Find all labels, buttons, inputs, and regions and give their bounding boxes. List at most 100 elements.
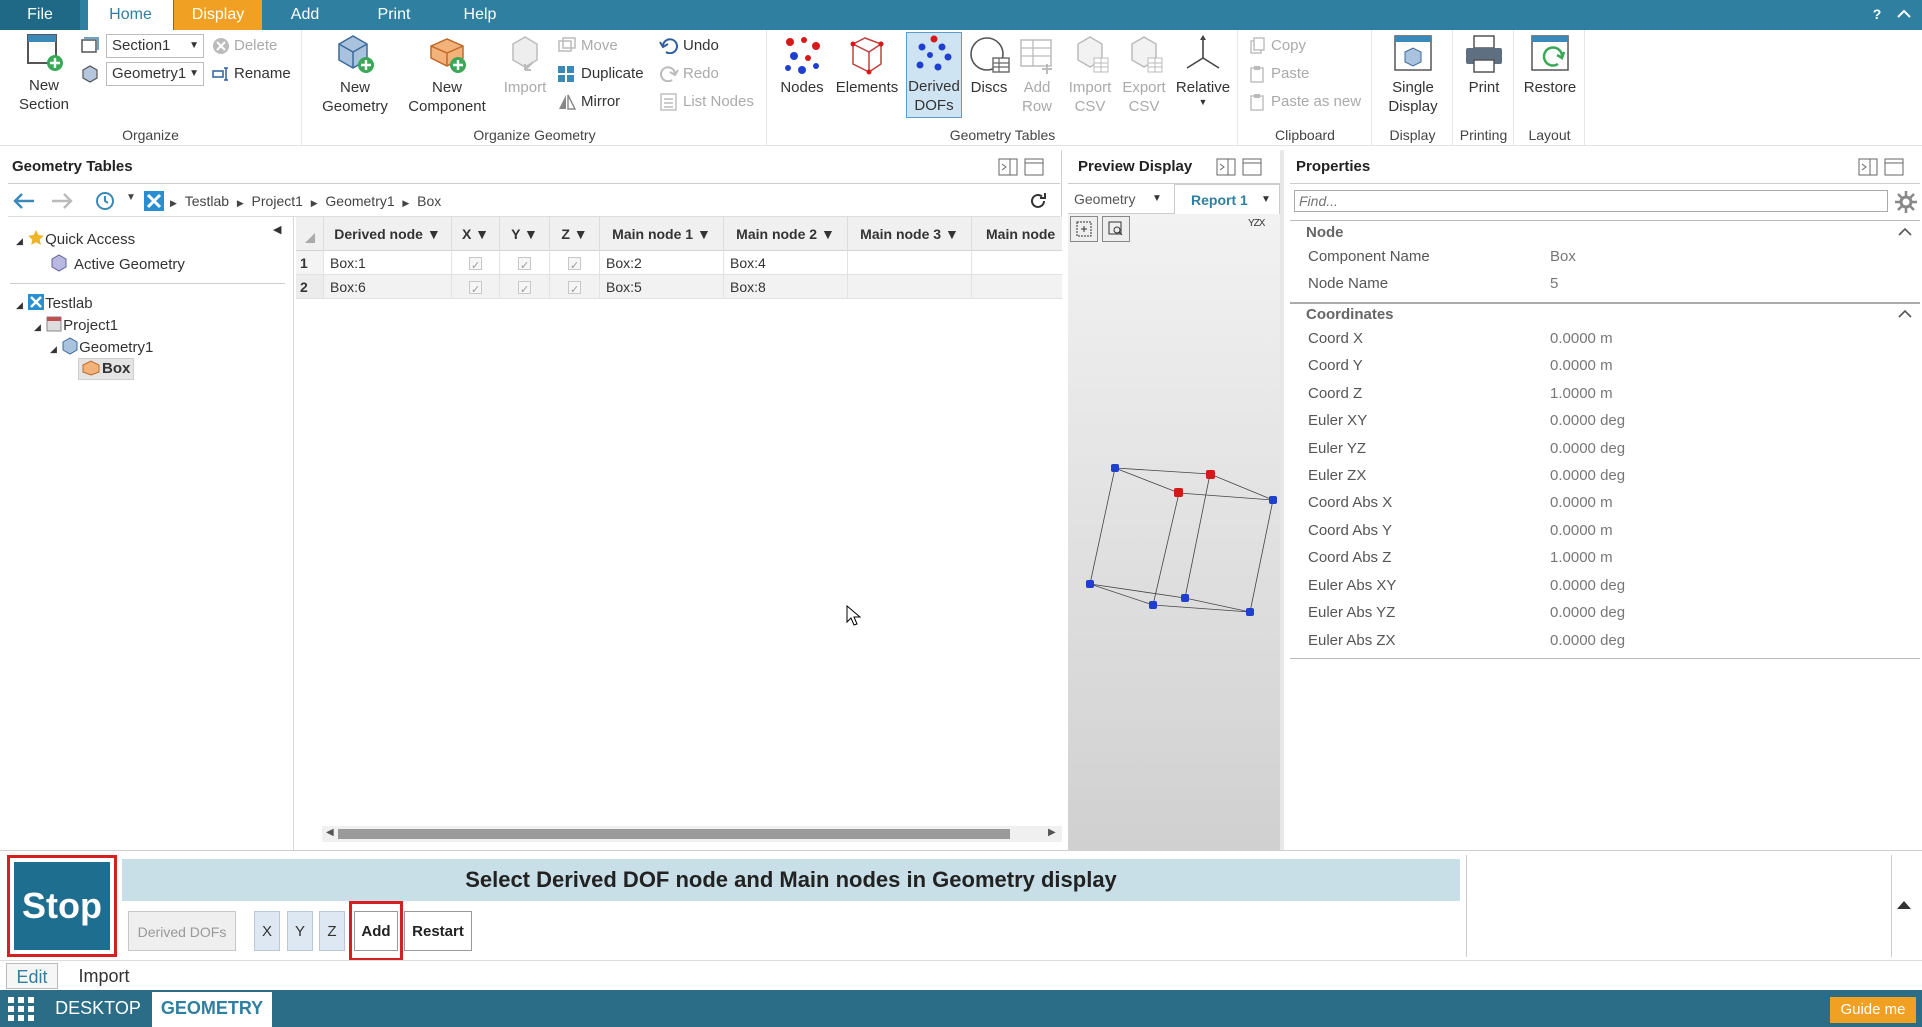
prop-value[interactable]: 0.0000 deg — [1550, 602, 1625, 624]
menu-display[interactable]: Display — [174, 0, 262, 30]
node-marker[interactable] — [1111, 464, 1119, 472]
tab-import[interactable]: Import — [68, 963, 140, 989]
node-marker[interactable] — [1206, 470, 1215, 479]
cell-derived-node[interactable]: Box:6 — [324, 275, 452, 299]
prop-value[interactable]: 1.0000 m — [1550, 383, 1613, 405]
gear-icon[interactable] — [1894, 190, 1918, 214]
z-toggle-button[interactable]: Z — [319, 911, 345, 951]
tree-geometry[interactable]: ◢ Geometry1 — [50, 337, 153, 359]
derived-dofs-button[interactable]: Derived DOFs — [906, 32, 962, 118]
tree-box[interactable]: Box — [78, 358, 135, 380]
breadcrumb-box[interactable]: Box — [417, 193, 441, 209]
col-main-node-2[interactable]: Main node 2 ▼ — [724, 217, 848, 251]
table-row[interactable]: 2 Box:6 Box:5 Box:8 — [296, 275, 1062, 302]
cell-z-checkbox[interactable] — [550, 275, 600, 302]
apps-grid-icon[interactable] — [8, 997, 34, 1021]
cell-main-node-3[interactable] — [848, 251, 972, 275]
cell-main-node-2[interactable]: Box:4 — [724, 251, 848, 275]
cell-y-checkbox[interactable] — [500, 275, 550, 302]
col-z[interactable]: Z ▼ — [550, 217, 600, 251]
node-marker[interactable] — [1086, 580, 1094, 588]
collapse-tree-icon[interactable]: ◀ — [273, 223, 281, 236]
breadcrumb-project[interactable]: Project1 — [252, 193, 303, 209]
prop-value[interactable]: 0.0000 deg — [1550, 465, 1625, 487]
section-combo[interactable]: Section1 ▼ — [106, 34, 204, 58]
maximize-panel-icon[interactable] — [1242, 158, 1262, 176]
history-icon[interactable] — [94, 190, 116, 212]
move-button[interactable]: Move — [557, 34, 618, 58]
add-row-button[interactable]: Add Row — [1014, 32, 1060, 116]
prop-value[interactable]: 0.0000 m — [1550, 355, 1613, 377]
col-main-node-4[interactable]: Main node — [972, 217, 1062, 251]
maximize-panel-icon[interactable] — [1884, 158, 1904, 176]
cell-main-node-2[interactable]: Box:8 — [724, 275, 848, 299]
cell-main-node-4[interactable] — [972, 275, 1062, 299]
history-dropdown-icon[interactable]: ▼ — [126, 192, 136, 203]
collapse-section-icon[interactable] — [1898, 227, 1912, 237]
prop-value[interactable]: Box — [1550, 246, 1576, 268]
properties-find-input[interactable] — [1294, 190, 1888, 212]
tree-quick-access[interactable]: ◢ Quick Access — [16, 229, 135, 251]
discs-button[interactable]: Discs — [966, 32, 1012, 97]
node-section-header[interactable]: Node — [1306, 224, 1344, 241]
restore-button[interactable]: Restore — [1519, 32, 1581, 97]
paste-button[interactable]: Paste — [1249, 62, 1309, 86]
menu-add[interactable]: Add — [262, 0, 348, 30]
tree-testlab[interactable]: ◢ Testlab — [16, 293, 93, 315]
cell-derived-node[interactable]: Box:1 — [324, 251, 452, 275]
taskbar-desktop[interactable]: DESKTOP — [46, 990, 150, 1027]
scrollbar-thumb[interactable] — [338, 829, 1010, 839]
cell-main-node-3[interactable] — [848, 275, 972, 299]
mirror-button[interactable]: Mirror — [557, 90, 620, 114]
prop-value[interactable]: 1.0000 m — [1550, 547, 1613, 569]
tab-report[interactable]: Report 1 ▼ — [1174, 184, 1280, 214]
print-button[interactable]: Print — [1458, 32, 1510, 97]
y-toggle-button[interactable]: Y — [287, 911, 313, 951]
prop-value[interactable]: 0.0000 m — [1550, 328, 1613, 350]
cell-main-node-1[interactable]: Box:2 — [600, 251, 724, 275]
scroll-right-icon[interactable]: ▶ — [1048, 827, 1056, 838]
prop-value[interactable]: 0.0000 deg — [1550, 630, 1625, 652]
horizontal-scrollbar[interactable]: ◀ ▶ — [322, 826, 1062, 842]
tab-geometry[interactable]: Geometry ▼ — [1068, 184, 1174, 214]
paste-as-new-button[interactable]: Paste as new — [1249, 90, 1361, 114]
import-csv-button[interactable]: Import CSV — [1064, 32, 1116, 116]
restart-button[interactable]: Restart — [404, 911, 472, 951]
single-display-button[interactable]: Single Display — [1377, 32, 1449, 116]
expand-panel-icon[interactable] — [1896, 899, 1912, 911]
col-x[interactable]: X ▼ — [452, 217, 500, 251]
taskbar-geometry[interactable]: GEOMETRY — [152, 992, 272, 1027]
back-arrow-icon[interactable] — [12, 192, 36, 210]
menu-help[interactable]: Help — [440, 0, 520, 30]
cell-main-node-1[interactable]: Box:5 — [600, 275, 724, 299]
list-nodes-button[interactable]: List Nodes — [659, 90, 754, 114]
node-marker[interactable] — [1181, 594, 1189, 602]
prop-value[interactable]: 0.0000 m — [1550, 492, 1613, 514]
col-derived-node[interactable]: Derived node ▼ — [324, 217, 452, 251]
node-marker[interactable] — [1174, 488, 1183, 497]
undo-button[interactable]: Undo — [659, 34, 719, 58]
delete-button[interactable]: Delete — [212, 34, 277, 58]
prop-value[interactable]: 5 — [1550, 273, 1558, 295]
forward-arrow-icon[interactable] — [50, 192, 74, 210]
x-toggle-button[interactable]: X — [254, 911, 280, 951]
help-icon[interactable]: ? — [1865, 0, 1889, 30]
col-main-node-1[interactable]: Main node 1 ▼ — [600, 217, 724, 251]
node-marker[interactable] — [1149, 601, 1157, 609]
refresh-icon[interactable] — [1028, 191, 1048, 211]
tab-edit[interactable]: Edit — [6, 963, 58, 989]
guide-me-button[interactable]: Guide me — [1830, 997, 1916, 1023]
col-y[interactable]: Y ▼ — [500, 217, 550, 251]
new-component-button[interactable]: New Component — [403, 32, 491, 116]
new-section-button[interactable]: New Section — [14, 32, 74, 114]
nodes-button[interactable]: Nodes — [778, 32, 826, 97]
duplicate-button[interactable]: Duplicate — [557, 62, 644, 86]
node-marker[interactable] — [1246, 608, 1254, 616]
redo-button[interactable]: Redo — [659, 62, 719, 86]
collapse-ribbon-icon[interactable] — [1892, 0, 1916, 30]
stop-button[interactable]: Stop — [14, 862, 110, 950]
derived-dofs-command-button[interactable]: Derived DOFs — [128, 911, 236, 951]
node-marker[interactable] — [1269, 496, 1277, 504]
maximize-panel-icon[interactable] — [1024, 158, 1044, 176]
relative-button[interactable]: Relative ▼ — [1172, 32, 1234, 107]
